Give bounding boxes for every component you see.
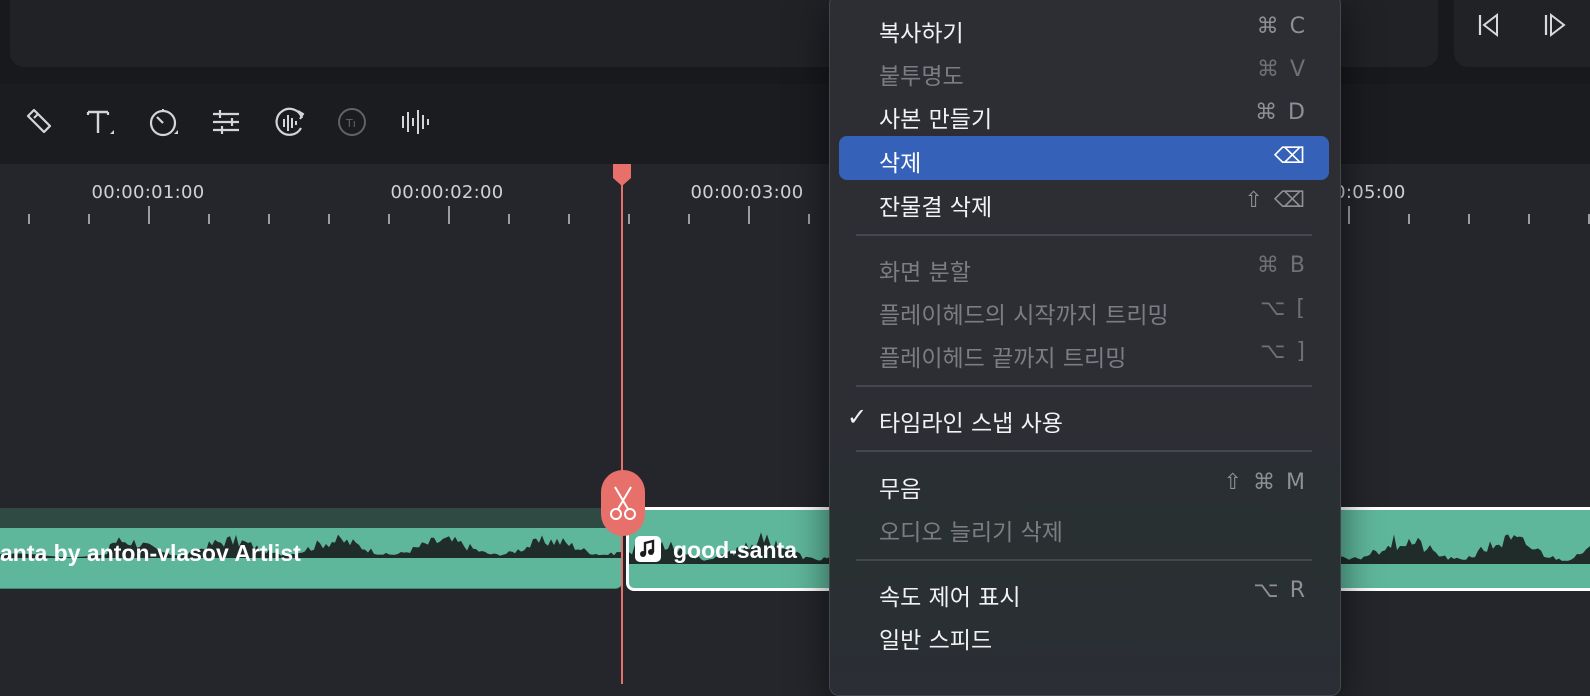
menu-item-delete[interactable]: 삭제 ⌫ <box>839 136 1329 180</box>
split-scissors-button[interactable] <box>601 470 645 536</box>
clip-title: good-santa <box>673 537 797 563</box>
menu-separator <box>856 559 1312 561</box>
checkmark-icon: ✓ <box>847 403 868 431</box>
menu-separator <box>856 234 1312 236</box>
menu-item-ripple-delete[interactable]: 잔물결 삭제 ⇧ ⌫ <box>839 180 1329 224</box>
menu-item-normal-speed[interactable]: 일반 스피드 <box>839 613 1329 657</box>
ruler-major-tick <box>448 206 450 224</box>
scissors-icon <box>610 486 636 520</box>
svg-text:Tı: Tı <box>345 117 356 130</box>
playhead-handle[interactable] <box>611 164 633 188</box>
menu-separator <box>856 385 1312 387</box>
ruler-minor-tick <box>808 214 810 224</box>
menu-shortcut: ⌥ ] <box>1260 339 1307 364</box>
menu-item-duplicate[interactable]: 사본 만들기 ⌘ D <box>839 92 1329 136</box>
menu-item-split[interactable]: 화면 분할 ⌘ B <box>839 245 1329 289</box>
menu-shortcut: ⌥ R <box>1253 578 1307 603</box>
menu-shortcut: ⌘ B <box>1256 253 1307 278</box>
voice-icon[interactable]: Tı <box>334 104 370 140</box>
delete-key-icon: ⌫ <box>1273 144 1307 169</box>
player-controls <box>1454 0 1590 67</box>
menu-separator <box>856 450 1312 452</box>
ruler-label: 00:00:01:00 <box>91 182 205 203</box>
menu-item-remove-audio-stretch[interactable]: 오디오 늘리기 삭제 <box>839 505 1329 549</box>
menu-item-trim-end[interactable]: 플레이헤드 끝까지 트리밍 ⌥ ] <box>839 331 1329 375</box>
timeline-track-area[interactable] <box>0 228 1590 684</box>
clip-header <box>0 508 615 530</box>
previous-frame-icon[interactable] <box>1476 12 1502 38</box>
menu-shortcut: ⌘ V <box>1256 57 1307 82</box>
menu-shortcut: ⇧ ⌫ <box>1244 188 1307 213</box>
timeline-ruler[interactable]: 00:00:01:00 00:00:02:00 00:00:03:00 00:0… <box>0 164 1590 228</box>
menu-item-mute[interactable]: 무음 ⇧ ⌘ M <box>839 462 1329 506</box>
ruler-label: 00:00:02:00 <box>390 182 504 203</box>
menu-label: 오디오 늘리기 삭제 <box>879 520 1063 546</box>
clip-title: anta by anton-vlasov Artlist <box>0 540 301 566</box>
ruler-minor-tick <box>1468 214 1470 224</box>
adjust-icon[interactable] <box>208 104 244 140</box>
menu-shortcut: ⌘ C <box>1256 14 1307 39</box>
menu-item-speed-control[interactable]: 속도 제어 표시 ⌥ R <box>839 570 1329 614</box>
ruler-minor-tick <box>688 214 690 224</box>
menu-shortcut: ⌘ D <box>1255 100 1307 125</box>
timer-icon[interactable] <box>146 104 182 140</box>
ruler-minor-tick <box>568 214 570 224</box>
next-frame-icon[interactable] <box>1542 12 1568 38</box>
menu-item-opacity[interactable]: 붙투명도 ⌘ V <box>839 49 1329 93</box>
ruler-minor-tick <box>1528 214 1530 224</box>
ruler-minor-tick <box>268 214 270 224</box>
ruler-minor-tick <box>28 214 30 224</box>
menu-label: 플레이헤드 끝까지 트리밍 <box>879 346 1127 372</box>
menu-shortcut: ⌥ [ <box>1260 296 1307 321</box>
waveform-icon[interactable] <box>397 104 433 140</box>
clip-title-row: good-santa <box>635 536 797 564</box>
menu-label: 일반 스피드 <box>879 628 993 654</box>
ruler-label: 00:00:03:00 <box>690 182 804 203</box>
timeline-toolbar: Tı <box>0 84 1590 164</box>
menu-label: 삭제 <box>879 151 922 177</box>
menu-label: 무음 <box>879 477 922 503</box>
menu-label: 사본 만들기 <box>879 107 993 133</box>
top-panel <box>0 0 1590 84</box>
menu-item-copy[interactable]: 복사하기 ⌘ C <box>839 6 1329 50</box>
ruler-major-tick <box>748 206 750 224</box>
text-icon[interactable] <box>82 104 118 140</box>
ruler-minor-tick <box>508 214 510 224</box>
audio-clip[interactable]: anta by anton-vlasov Artlist <box>0 528 623 589</box>
music-note-icon <box>635 536 661 562</box>
menu-item-trim-start[interactable]: 플레이헤드의 시작까지 트리밍 ⌥ [ <box>839 288 1329 332</box>
ruler-minor-tick <box>328 214 330 224</box>
ruler-minor-tick <box>208 214 210 224</box>
menu-label: 속도 제어 표시 <box>879 585 1021 611</box>
ruler-minor-tick <box>88 214 90 224</box>
playhead[interactable] <box>621 174 623 684</box>
audio-adjust-icon[interactable] <box>272 104 308 140</box>
ruler-minor-tick <box>628 214 630 224</box>
ruler-minor-tick <box>1408 214 1410 224</box>
menu-label: 화면 분할 <box>879 260 971 286</box>
ruler-major-tick <box>1348 206 1350 224</box>
menu-label: 타임라인 스냅 사용 <box>879 411 1063 437</box>
menu-label: 붙투명도 <box>879 64 964 90</box>
ruler-major-tick <box>148 206 150 224</box>
menu-label: 플레이헤드의 시작까지 트리밍 <box>879 303 1169 329</box>
context-menu: 복사하기 ⌘ C 붙투명도 ⌘ V 사본 만들기 ⌘ D 삭제 ⌫ 잔물결 삭제… <box>829 0 1341 696</box>
menu-label: 복사하기 <box>879 21 964 47</box>
tag-icon[interactable] <box>20 104 56 140</box>
menu-item-timeline-snap[interactable]: ✓ 타임라인 스냅 사용 <box>839 396 1329 440</box>
ruler-minor-tick <box>388 214 390 224</box>
menu-label: 잔물결 삭제 <box>879 195 993 221</box>
menu-shortcut: ⇧ ⌘ M <box>1223 470 1307 495</box>
